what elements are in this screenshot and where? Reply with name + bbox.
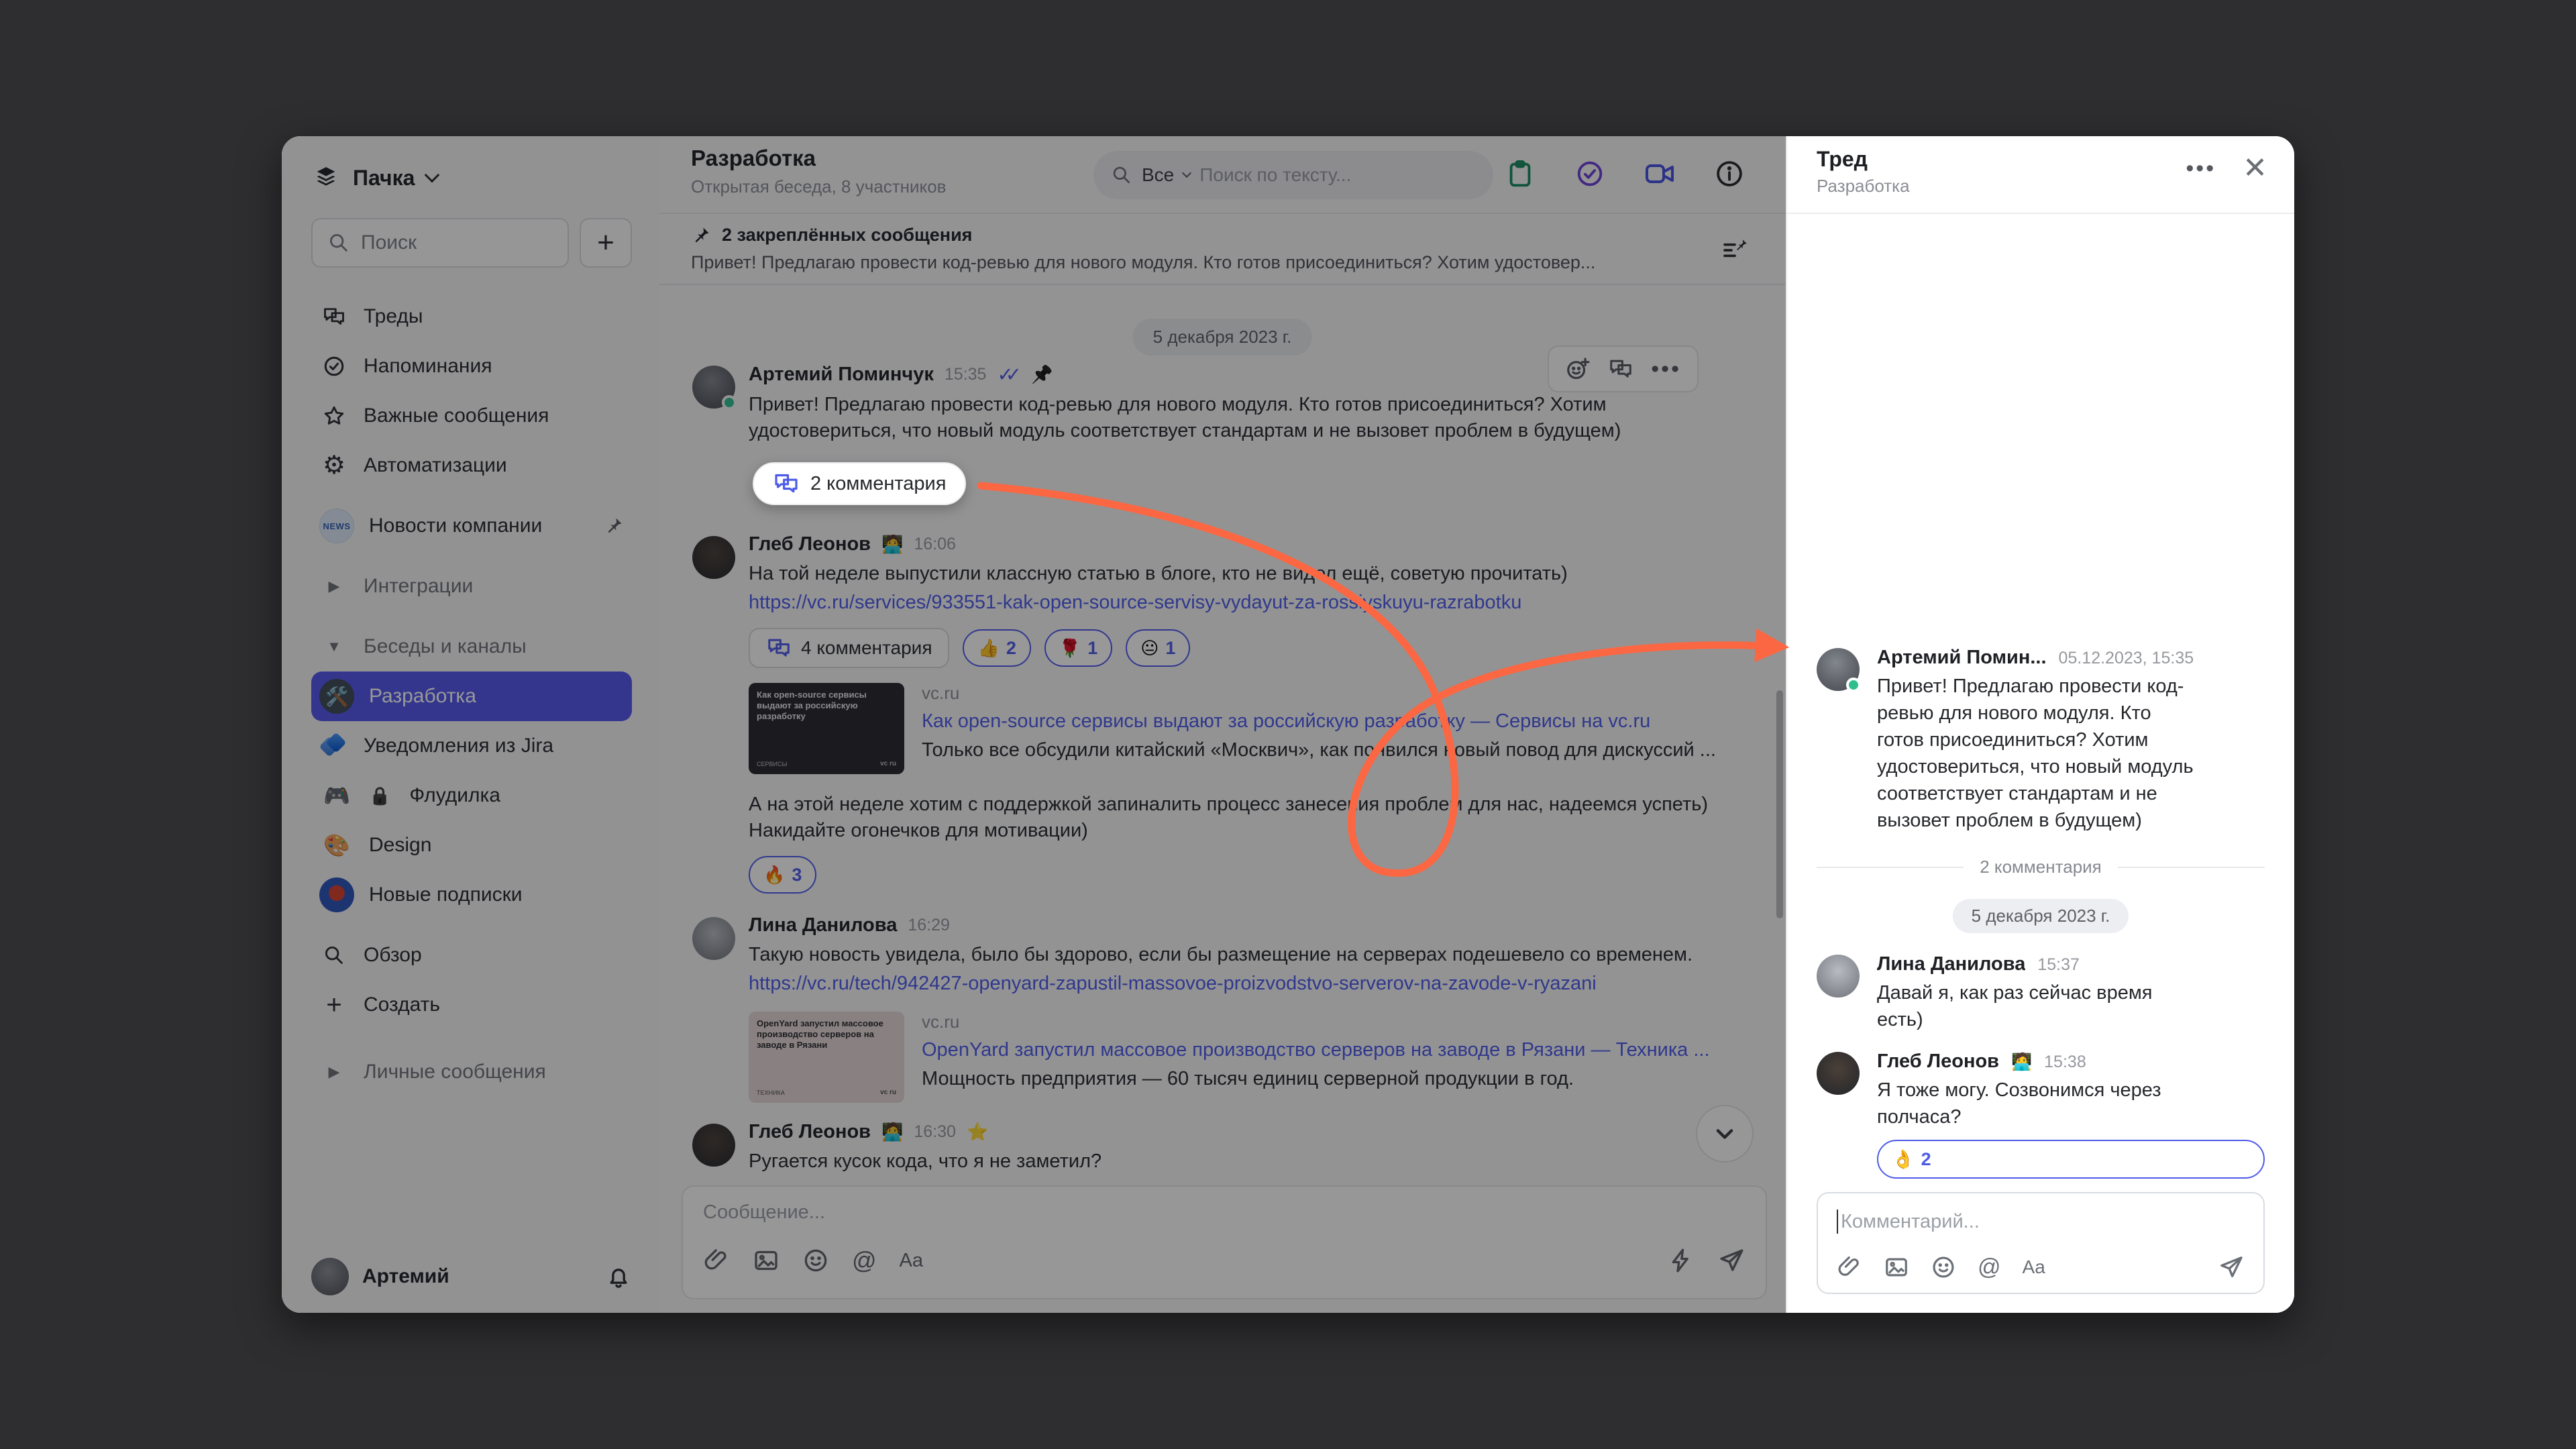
thread-panel: Тред Разработка ••• ✕ Артемий Помин... 0…: [1786, 136, 2294, 1313]
online-status-dot: [1846, 678, 1861, 692]
sender-name[interactable]: Лина Данилова: [1877, 953, 2025, 975]
message-time: 05.12.2023, 15:35: [2059, 649, 2194, 668]
sender-name[interactable]: Артемий Помин...: [1877, 647, 2047, 669]
close-icon[interactable]: ✕: [2243, 154, 2267, 183]
reaction-pill[interactable]: 👌 2: [1877, 1140, 2265, 1179]
screenshot-canvas: Пачка Поиск + Треды Напоминания: [0, 0, 2576, 1449]
message-time: 15:37: [2037, 955, 2080, 975]
thread-body: Артемий Помин... 05.12.2023, 15:35 Приве…: [1787, 214, 2294, 1313]
composer-placeholder[interactable]: Комментарий...: [1841, 1211, 1980, 1233]
status-emoji: 🧑‍💻: [2011, 1053, 2032, 1072]
comments-icon: [773, 470, 800, 497]
thread-comments-badge[interactable]: 2 комментария: [753, 462, 966, 505]
message-text: Давай я, как раз сейчас время есть): [1877, 979, 2202, 1033]
emoji-icon[interactable]: [1931, 1254, 1956, 1280]
avatar: [1817, 955, 1860, 998]
send-icon[interactable]: [2218, 1254, 2245, 1281]
mention-icon[interactable]: @: [1978, 1254, 2001, 1281]
dim-overlay: [282, 136, 1786, 1313]
thread-composer[interactable]: Комментарий... @ Aa: [1817, 1192, 2265, 1294]
image-icon[interactable]: [1884, 1254, 1909, 1280]
comments-divider: 2 комментария: [1817, 857, 2265, 877]
avatar: [1817, 648, 1860, 691]
attach-icon[interactable]: [1837, 1254, 1862, 1280]
message-time: 15:38: [2044, 1053, 2086, 1072]
thread-root-message: Артемий Помин... 05.12.2023, 15:35 Приве…: [1817, 647, 2265, 834]
message-text: Я тоже могу. Созвонимся через полчаса?: [1877, 1077, 2202, 1130]
avatar: [1817, 1052, 1860, 1095]
format-icon[interactable]: Aa: [2023, 1256, 2045, 1278]
thread-comment: Лина Данилова 15:37 Давай я, как раз сей…: [1817, 953, 2265, 1033]
thread-header: Тред Разработка ••• ✕: [1787, 136, 2294, 214]
thread-menu-icon[interactable]: •••: [2186, 156, 2216, 182]
sender-name[interactable]: Глеб Леонов: [1877, 1051, 1999, 1073]
text-cursor: [1837, 1210, 1838, 1234]
date-chip: 5 декабря 2023 г.: [1953, 899, 2129, 933]
message-text: Привет! Предлагаю провести код-ревью для…: [1877, 673, 2202, 834]
thread-comment: Глеб Леонов 🧑‍💻 15:38 Я тоже могу. Созво…: [1817, 1051, 2265, 1130]
